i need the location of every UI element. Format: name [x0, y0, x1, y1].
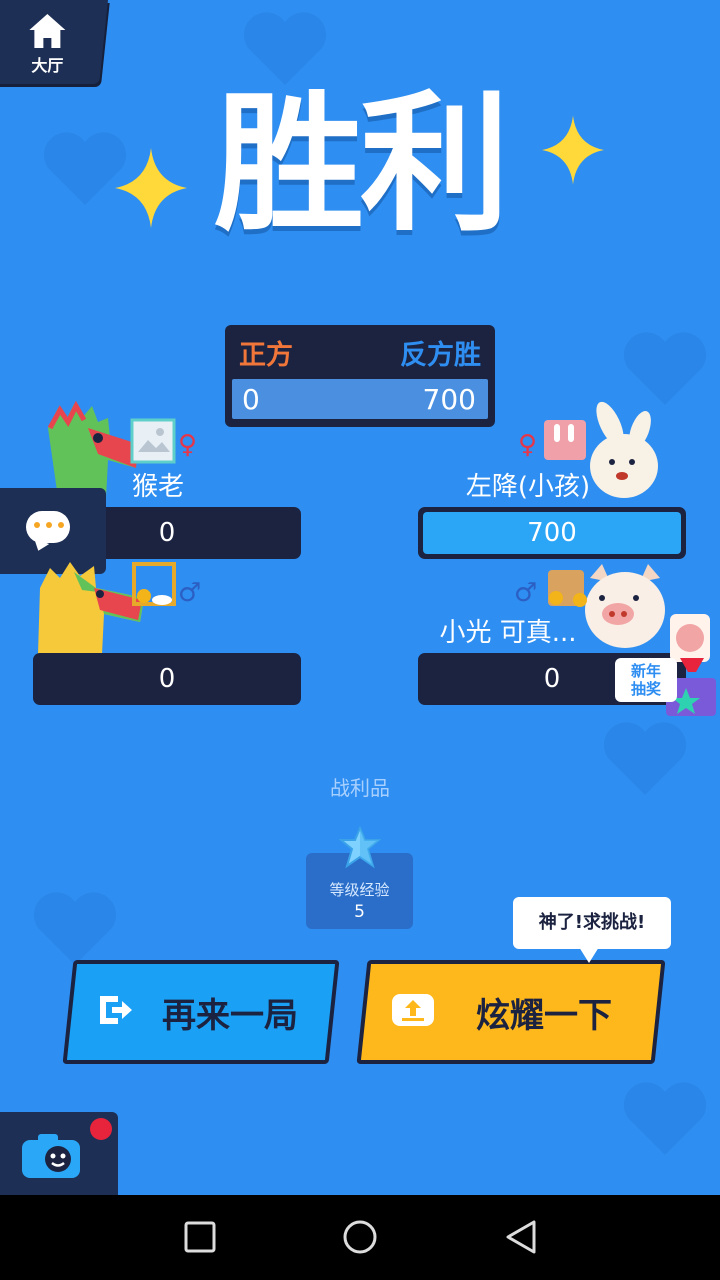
- play-again-label: 再来一局: [162, 996, 298, 1036]
- player-score-box: 0: [33, 653, 301, 705]
- share-icon: [392, 994, 434, 1026]
- camera-icon: [22, 1134, 80, 1178]
- notification-dot: [90, 1118, 112, 1140]
- home-nav-icon[interactable]: [342, 1217, 378, 1257]
- bg-heart-icon: [620, 330, 710, 410]
- newyear-line2: 抽奖: [630, 680, 661, 698]
- play-again-button[interactable]: 再来一局: [62, 960, 340, 1064]
- left-team-label: 正方: [239, 340, 293, 371]
- bg-heart-icon: [620, 1080, 710, 1160]
- recents-icon[interactable]: [184, 1217, 216, 1257]
- share-label: 炫耀一下: [476, 996, 612, 1036]
- player-score: 0: [158, 518, 176, 548]
- player-gender-icon: ♂: [178, 578, 202, 608]
- player-name: 小光 可真...: [439, 618, 577, 648]
- player-gender-icon: ♀: [518, 430, 538, 460]
- loot-item-value: 5: [354, 902, 365, 922]
- loot-title: 战利品: [330, 776, 390, 800]
- hall-label: 大厅: [31, 56, 64, 75]
- player-score: 0: [158, 664, 176, 694]
- scoreboard: 正方 反方胜 0 700: [225, 325, 495, 427]
- avatar-frame: [130, 418, 176, 464]
- player-gender-icon: ♂: [514, 578, 538, 608]
- avatar-frame: [544, 420, 586, 460]
- right-team-score: 700: [422, 383, 476, 416]
- system-nav-bar: [0, 1195, 720, 1280]
- bg-heart-icon: [30, 890, 120, 970]
- right-team-label: 反方胜: [400, 340, 481, 371]
- newyear-line1: 新年: [630, 662, 661, 680]
- newyear-lottery-button[interactable]: 新年 抽奖: [615, 658, 677, 702]
- loot-item-label: 等级经验: [329, 881, 390, 899]
- avatar-frame: [132, 562, 176, 606]
- exit-icon: [100, 996, 132, 1024]
- back-icon[interactable]: [504, 1217, 538, 1257]
- victory-title: 胜利: [213, 78, 510, 252]
- speech-bubble: 神了!求挑战!: [513, 897, 671, 963]
- player-gender-icon: ♀: [178, 430, 198, 460]
- player-name: 左降(小孩): [465, 472, 591, 502]
- left-team-score: 0: [242, 383, 260, 416]
- chat-icon: [26, 511, 70, 543]
- avatar-frame: [548, 570, 587, 607]
- hall-button[interactable]: 大厅: [0, 0, 109, 84]
- star-gem-icon: [339, 826, 381, 869]
- home-icon: [29, 14, 66, 48]
- score-bar: 0 700: [232, 379, 488, 419]
- player-score: 0: [543, 664, 561, 694]
- player-score-box: 700: [418, 507, 686, 559]
- player-score: 700: [527, 518, 577, 548]
- share-button[interactable]: 炫耀一下: [356, 960, 666, 1064]
